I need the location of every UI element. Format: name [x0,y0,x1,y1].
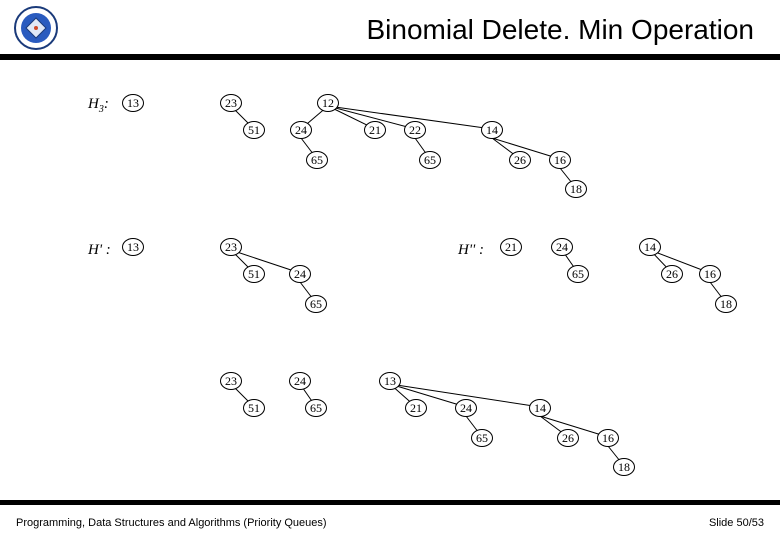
node: 23 [220,372,242,390]
slide-title: Binomial Delete. Min Operation [366,14,754,46]
node: 21 [364,121,386,139]
h3-letter: H [88,96,99,112]
slide-header: Binomial Delete. Min Operation [0,0,780,60]
node: 18 [613,458,635,476]
node: 24 [551,238,573,256]
node: 65 [306,151,328,169]
node: 16 [549,151,571,169]
node: 16 [597,429,619,447]
heap-label-h3: H3: [88,96,109,115]
node: 14 [639,238,661,256]
node: 26 [509,151,531,169]
node: 65 [471,429,493,447]
node: 65 [567,265,589,283]
node: 21 [500,238,522,256]
node: 51 [243,265,265,283]
node: 12 [317,94,339,112]
node: 65 [305,295,327,313]
node: 16 [699,265,721,283]
footer-slide-number: Slide 50/53 [709,517,764,529]
heap-label-hdoubleprime: H'' : [458,242,484,259]
node: 65 [419,151,441,169]
node: 13 [122,94,144,112]
footer-course: Programming, Data Structures and Algorit… [16,517,327,529]
heap-label-hprime: H' : [88,242,111,259]
seal-logo-icon [14,6,58,50]
node: 21 [405,399,427,417]
node: 24 [290,121,312,139]
h3-colon: : [104,96,109,112]
slide-footer: Programming, Data Structures and Algorit… [0,500,780,540]
node: 24 [289,265,311,283]
node: 24 [455,399,477,417]
node: 23 [220,94,242,112]
node: 14 [481,121,503,139]
node: 23 [220,238,242,256]
diagram-canvas: H3: H' : H'' : 13 23 51 12 24 65 21 22 6… [0,66,780,490]
node: 13 [379,372,401,390]
node: 51 [243,121,265,139]
node: 14 [529,399,551,417]
node: 18 [565,180,587,198]
node: 22 [404,121,426,139]
node: 51 [243,399,265,417]
node: 26 [557,429,579,447]
node: 18 [715,295,737,313]
node: 65 [305,399,327,417]
node: 13 [122,238,144,256]
node: 26 [661,265,683,283]
node: 24 [289,372,311,390]
